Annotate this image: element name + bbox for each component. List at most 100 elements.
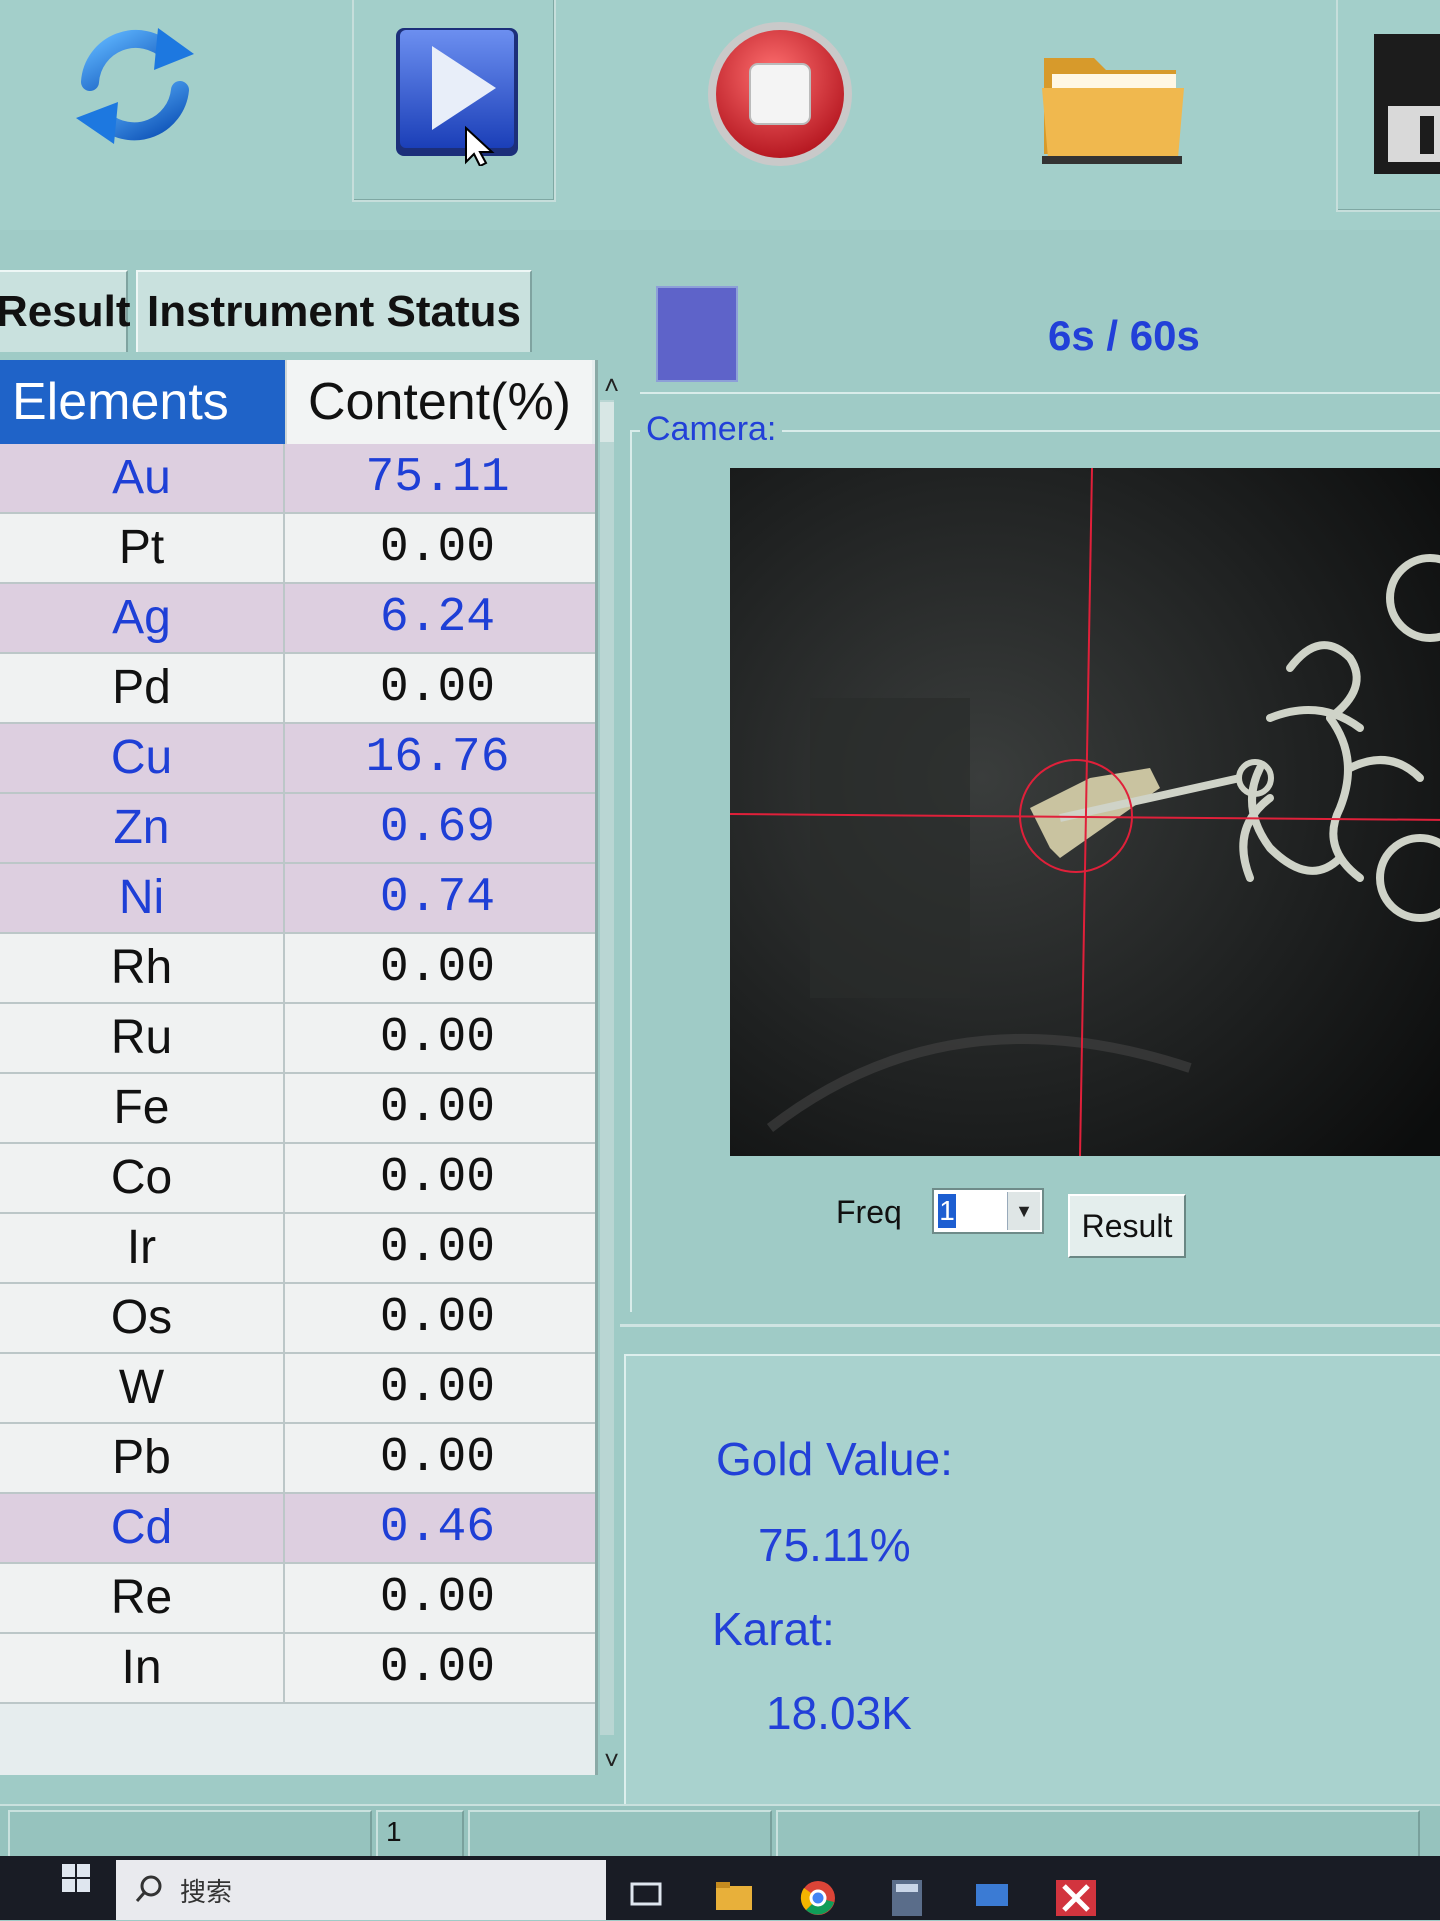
element-symbol: Zn (113, 801, 170, 854)
table-row[interactable]: Zn 0.69 (0, 794, 595, 864)
element-cell: Cd (0, 1494, 285, 1562)
table-row[interactable]: W 0.00 (0, 1354, 595, 1424)
table-row[interactable]: Ag 6.24 (0, 584, 595, 654)
table-row[interactable]: Rh 0.00 (0, 934, 595, 1004)
element-symbol: Ru (110, 1011, 173, 1064)
status-cell (776, 1810, 1420, 1858)
element-symbol: In (121, 1641, 162, 1694)
panel-splitter[interactable] (620, 1324, 1440, 1327)
progress-bar (656, 286, 738, 382)
camera-label: Camera: (640, 410, 783, 449)
table-row[interactable]: In 0.00 (0, 1634, 595, 1704)
search-placeholder: 搜索 (180, 1877, 233, 1907)
progress-time: 6s / 60s (1048, 312, 1200, 359)
element-cell: Ir (0, 1214, 285, 1282)
chevron-down-icon[interactable]: ▼ (1007, 1192, 1040, 1230)
result-button[interactable]: Result (1068, 1194, 1186, 1258)
content-value: 0.00 (379, 1081, 496, 1135)
content-cell: 0.00 (285, 1354, 590, 1422)
freq-value: 1 (938, 1194, 956, 1228)
content-cell: 0.00 (285, 1564, 590, 1632)
table-row[interactable]: Ni 0.74 (0, 864, 595, 934)
table-body: Au 75.11 Pt 0.00 Ag 6.24 Pd 0.00 Cu 16.76 Zn 0.69 Ni… (0, 444, 595, 1704)
chrome-icon[interactable] (800, 1880, 836, 1921)
element-cell: Zn (0, 794, 285, 862)
content-value: 0.00 (379, 1151, 496, 1205)
table-row[interactable]: Cu 16.76 (0, 724, 595, 794)
element-cell: Cu (0, 724, 285, 792)
table-row[interactable]: Os 0.00 (0, 1284, 595, 1354)
element-cell: Ag (0, 584, 285, 652)
element-symbol: W (118, 1361, 165, 1414)
content-value: 0.74 (379, 871, 496, 925)
elements-table: Elements Content(%) Au 75.11 Pt 0.00 Ag 6.24 P… (0, 360, 598, 1775)
content-cell: 16.76 (285, 724, 590, 792)
network-app-icon[interactable] (974, 1880, 1010, 1915)
search-icon (135, 1875, 162, 1902)
content-value: 0.00 (379, 1291, 496, 1345)
element-symbol: Re (110, 1571, 173, 1624)
element-symbol: Co (110, 1151, 173, 1204)
content-cell: 0.74 (285, 864, 590, 932)
table-row[interactable]: Co 0.00 (0, 1144, 595, 1214)
table-row[interactable]: Cd 0.46 (0, 1494, 595, 1564)
save-icon (1374, 34, 1440, 179)
folder-icon[interactable] (1040, 44, 1186, 169)
tab-instrument-status[interactable]: Instrument Status (136, 270, 532, 352)
start-button[interactable] (352, 0, 556, 202)
gold-result-panel (624, 1354, 1440, 1804)
content-cell: 0.00 (285, 514, 590, 582)
content-value: 0.00 (379, 1221, 496, 1275)
element-cell: Pt (0, 514, 285, 582)
content-cell: 0.00 (285, 654, 590, 722)
table-row[interactable]: Re 0.00 (0, 1564, 595, 1634)
content-cell: 0.00 (285, 1004, 590, 1072)
camera-view (729, 467, 1440, 1157)
element-symbol: Cu (110, 731, 173, 784)
element-symbol: Fe (113, 1081, 170, 1134)
element-cell: Pb (0, 1424, 285, 1492)
table-scrollbar[interactable] (600, 400, 614, 1735)
content-value: 0.00 (379, 1571, 496, 1625)
content-cell: 0.00 (285, 1144, 590, 1212)
scrollbar-thumb[interactable] (600, 402, 614, 442)
content-value: 0.46 (379, 1501, 496, 1555)
content-value: 0.00 (379, 1011, 496, 1065)
content-cell: 0.00 (285, 1214, 590, 1282)
element-symbol: Au (112, 451, 171, 504)
stop-icon[interactable] (705, 14, 855, 179)
calculator-icon[interactable] (892, 1880, 922, 1921)
file-explorer-icon[interactable] (716, 1880, 752, 1915)
element-cell: Rh (0, 934, 285, 1002)
save-button[interactable] (1336, 0, 1440, 212)
content-cell: 0.00 (285, 1634, 590, 1702)
scroll-down-icon[interactable]: ˅ (604, 1745, 619, 1776)
tab-result[interactable]: Result (0, 270, 130, 352)
windows-start-icon[interactable] (62, 1864, 90, 1897)
table-row[interactable]: Pt 0.00 (0, 514, 595, 584)
column-header-content[interactable]: Content(%) (285, 360, 592, 444)
status-bar: 1 (0, 1804, 1440, 1858)
element-cell: Os (0, 1284, 285, 1352)
freq-label: Freq (836, 1194, 902, 1230)
table-row[interactable]: Pb 0.00 (0, 1424, 595, 1494)
content-cell: 0.00 (285, 1284, 590, 1352)
element-symbol: Rh (110, 941, 173, 994)
freq-select[interactable]: 1 ▼ (932, 1188, 1044, 1234)
element-symbol: Os (110, 1291, 173, 1344)
table-row[interactable]: Fe 0.00 (0, 1074, 595, 1144)
scroll-up-icon[interactable]: ˄ (604, 370, 619, 401)
refresh-icon[interactable] (70, 20, 200, 150)
column-header-elements[interactable]: Elements (0, 360, 285, 444)
task-view-icon[interactable] (630, 1880, 662, 1913)
play-icon (392, 24, 522, 171)
table-row[interactable]: Pd 0.00 (0, 654, 595, 724)
table-row[interactable]: Ir 0.00 (0, 1214, 595, 1284)
content-value: 0.00 (379, 1361, 496, 1415)
table-row[interactable]: Ru 0.00 (0, 1004, 595, 1074)
app-x-icon[interactable] (1056, 1880, 1096, 1921)
element-symbol: Ag (112, 591, 171, 644)
table-row[interactable]: Au 75.11 (0, 444, 595, 514)
toolbar (0, 0, 1440, 230)
element-symbol: Pd (112, 661, 171, 714)
